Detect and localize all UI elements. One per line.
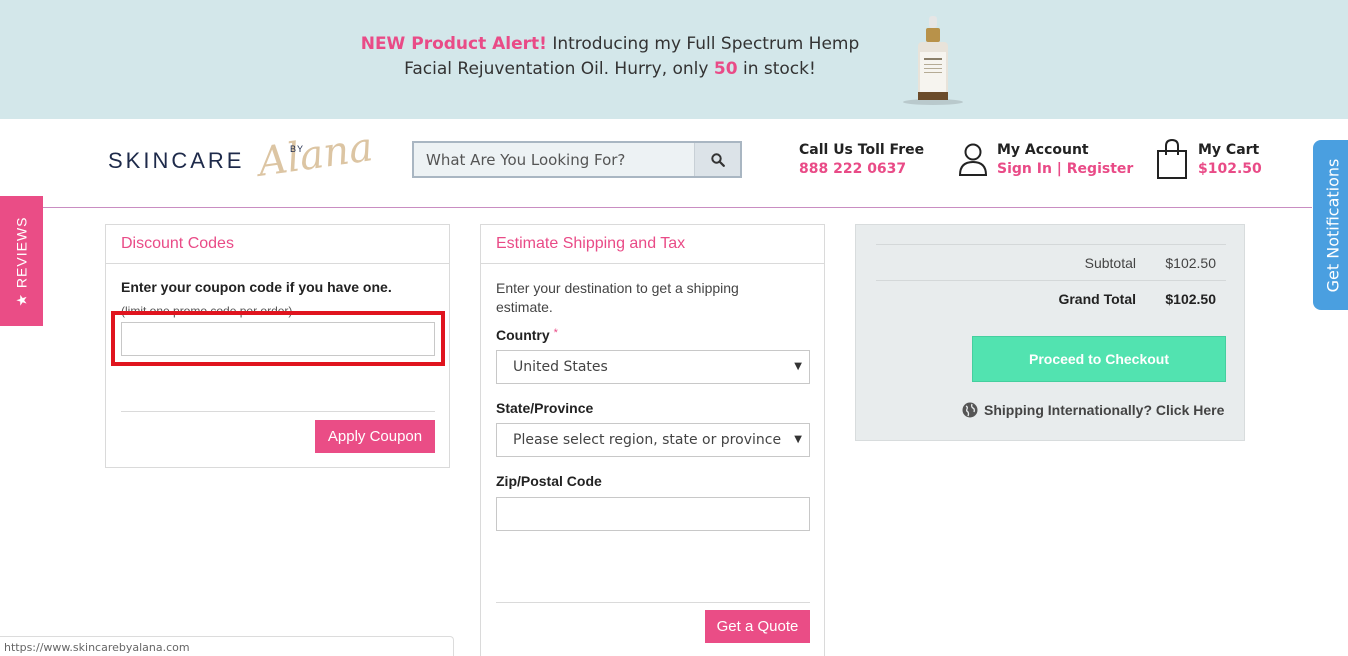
cart-total[interactable]: $102.50 <box>1198 160 1262 179</box>
promo-stock-count: 50 <box>713 59 738 79</box>
subtotal-value: $102.50 <box>1165 255 1216 271</box>
cart-title: My Cart <box>1198 142 1260 158</box>
logo-by: BY <box>290 144 305 154</box>
call-title: Call Us Toll Free <box>799 142 925 158</box>
required-mark: * <box>553 327 558 339</box>
summary-divider <box>876 280 1226 281</box>
logo-script: Alana <box>255 124 376 186</box>
notifications-tab-label: Get Notifications <box>1323 158 1343 292</box>
panel-divider <box>481 263 824 264</box>
cart-summary: Subtotal $102.50 Grand Total $102.50 Pro… <box>855 224 1245 441</box>
state-label: State/Province <box>496 400 594 416</box>
header-divider <box>42 207 1312 208</box>
user-icon[interactable] <box>958 142 988 176</box>
shipping-international-link[interactable]: Shipping Internationally? Click Here <box>962 402 1224 418</box>
search-bar <box>412 141 742 178</box>
promo-line1: Introducing my Full Spectrum Hemp <box>552 34 860 54</box>
coupon-highlight-box <box>111 311 445 366</box>
zip-label: Zip/Postal Code <box>496 473 602 489</box>
panel-divider <box>106 263 449 264</box>
globe-icon <box>962 402 978 418</box>
shopping-bag-icon[interactable] <box>1155 138 1189 180</box>
shipping-title: Estimate Shipping and Tax <box>496 235 686 252</box>
search-input[interactable] <box>414 143 696 176</box>
search-icon <box>710 152 725 167</box>
grand-total-label: Grand Total <box>1058 291 1136 307</box>
logo-main: SKINCARE <box>108 148 245 173</box>
country-label-text: Country <box>496 327 550 343</box>
reviews-tab[interactable]: ★ REVIEWS <box>0 196 43 326</box>
estimate-shipping-panel: Estimate Shipping and Tax Enter your des… <box>480 224 825 656</box>
coupon-label: Enter your coupon code if you have one. <box>121 279 392 295</box>
state-value: Please select region, state or province <box>513 432 782 448</box>
promo-banner[interactable]: NEW Product Alert! Introducing my Full S… <box>0 0 1348 119</box>
promo-line2-post: in stock! <box>742 59 816 79</box>
account-links[interactable]: Sign In | Register <box>997 160 1133 179</box>
status-bar-url: https://www.skincarebyalana.com <box>0 636 454 656</box>
get-quote-button[interactable]: Get a Quote <box>705 610 810 643</box>
subtotal-label: Subtotal <box>1084 255 1136 271</box>
shipping-intro: Enter your destination to get a shipping… <box>496 280 739 315</box>
account-title: My Account <box>997 142 1089 158</box>
state-select[interactable]: Please select region, state or province … <box>496 423 810 457</box>
reviews-tab-label: ★ REVIEWS <box>13 215 30 307</box>
shipping-international-text: Shipping Internationally? Click Here <box>984 402 1225 418</box>
proceed-to-checkout-button[interactable]: Proceed to Checkout <box>972 336 1226 382</box>
country-select[interactable]: United States ▼ <box>496 350 810 384</box>
divider <box>496 602 810 603</box>
promo-line2-pre: Facial Rejuventation Oil. Hurry, only <box>404 59 709 79</box>
dropdown-arrow-icon: ▼ <box>794 361 802 372</box>
cart-block: My Cart $102.50 <box>1198 141 1262 179</box>
site-logo[interactable]: Alana SKINCARE BY <box>108 124 378 194</box>
country-value: United States <box>513 359 608 375</box>
toll-free-block: Call Us Toll Free 888 222 0637 <box>799 141 924 179</box>
summary-divider <box>876 244 1226 245</box>
call-number[interactable]: 888 222 0637 <box>799 160 924 179</box>
promo-highlight: NEW Product Alert! <box>360 34 547 54</box>
apply-coupon-button[interactable]: Apply Coupon <box>315 420 435 453</box>
zip-code-input[interactable] <box>496 497 810 531</box>
grand-total-value: $102.50 <box>1165 291 1216 307</box>
product-bottle-image <box>903 16 963 105</box>
account-block: My Account Sign In | Register <box>997 141 1133 179</box>
search-button[interactable] <box>694 143 740 176</box>
dropdown-arrow-icon: ▼ <box>794 434 802 445</box>
promo-text: NEW Product Alert! Introducing my Full S… <box>330 32 890 82</box>
discount-title: Discount Codes <box>121 235 234 252</box>
divider <box>121 411 435 412</box>
country-label: Country * <box>496 327 558 343</box>
notifications-tab[interactable]: Get Notifications <box>1313 140 1348 310</box>
